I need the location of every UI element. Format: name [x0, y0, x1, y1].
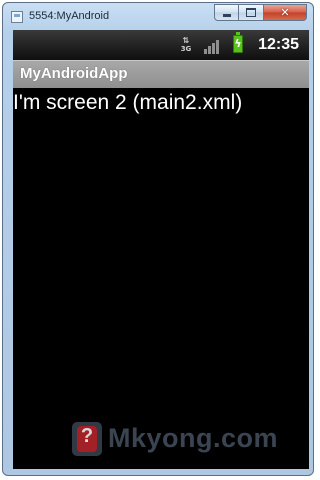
- watermark-logo-glyph: ?: [80, 425, 94, 447]
- signal-bars-icon: [204, 38, 222, 54]
- close-button[interactable]: ✕: [264, 4, 307, 21]
- status-bar: ⇅ 3G ϟ 12:35: [13, 30, 309, 60]
- app-title: MyAndroidApp: [20, 65, 128, 82]
- battery-charging-icon: ϟ: [233, 32, 243, 53]
- device-screen[interactable]: ⇅ 3G ϟ 12:35 MyAndroidApp I'm screen 2 (…: [13, 30, 309, 469]
- network-label: 3G: [180, 45, 192, 53]
- minimize-button[interactable]: [214, 4, 239, 21]
- watermark-text: Mkyong.com: [108, 423, 279, 453]
- network-3g-icon: ⇅ 3G: [179, 37, 193, 55]
- maximize-icon: [246, 8, 256, 17]
- window-controls: ✕: [214, 4, 307, 22]
- window-title: 5554:MyAndroid: [29, 10, 110, 22]
- title-bar[interactable]: 5554:MyAndroid ✕: [3, 3, 313, 29]
- data-arrows-icon: ⇅: [182, 36, 190, 45]
- emulator-window: 5554:MyAndroid ✕ ⇅ 3G ϟ 12:35 MyAndroidA…: [2, 2, 314, 476]
- watermark: ? Mkyong.com: [70, 422, 310, 462]
- minimize-icon: [222, 14, 231, 17]
- app-title-bar: MyAndroidApp: [13, 60, 309, 88]
- screen-text-view: I'm screen 2 (main2.xml): [13, 91, 243, 114]
- maximize-button[interactable]: [239, 4, 264, 21]
- mkyong-logo-icon: ?: [72, 422, 102, 456]
- status-clock: 12:35: [258, 36, 299, 53]
- close-icon: ✕: [280, 6, 290, 19]
- window-app-icon: [11, 11, 23, 23]
- charging-bolt-icon: ϟ: [234, 37, 242, 50]
